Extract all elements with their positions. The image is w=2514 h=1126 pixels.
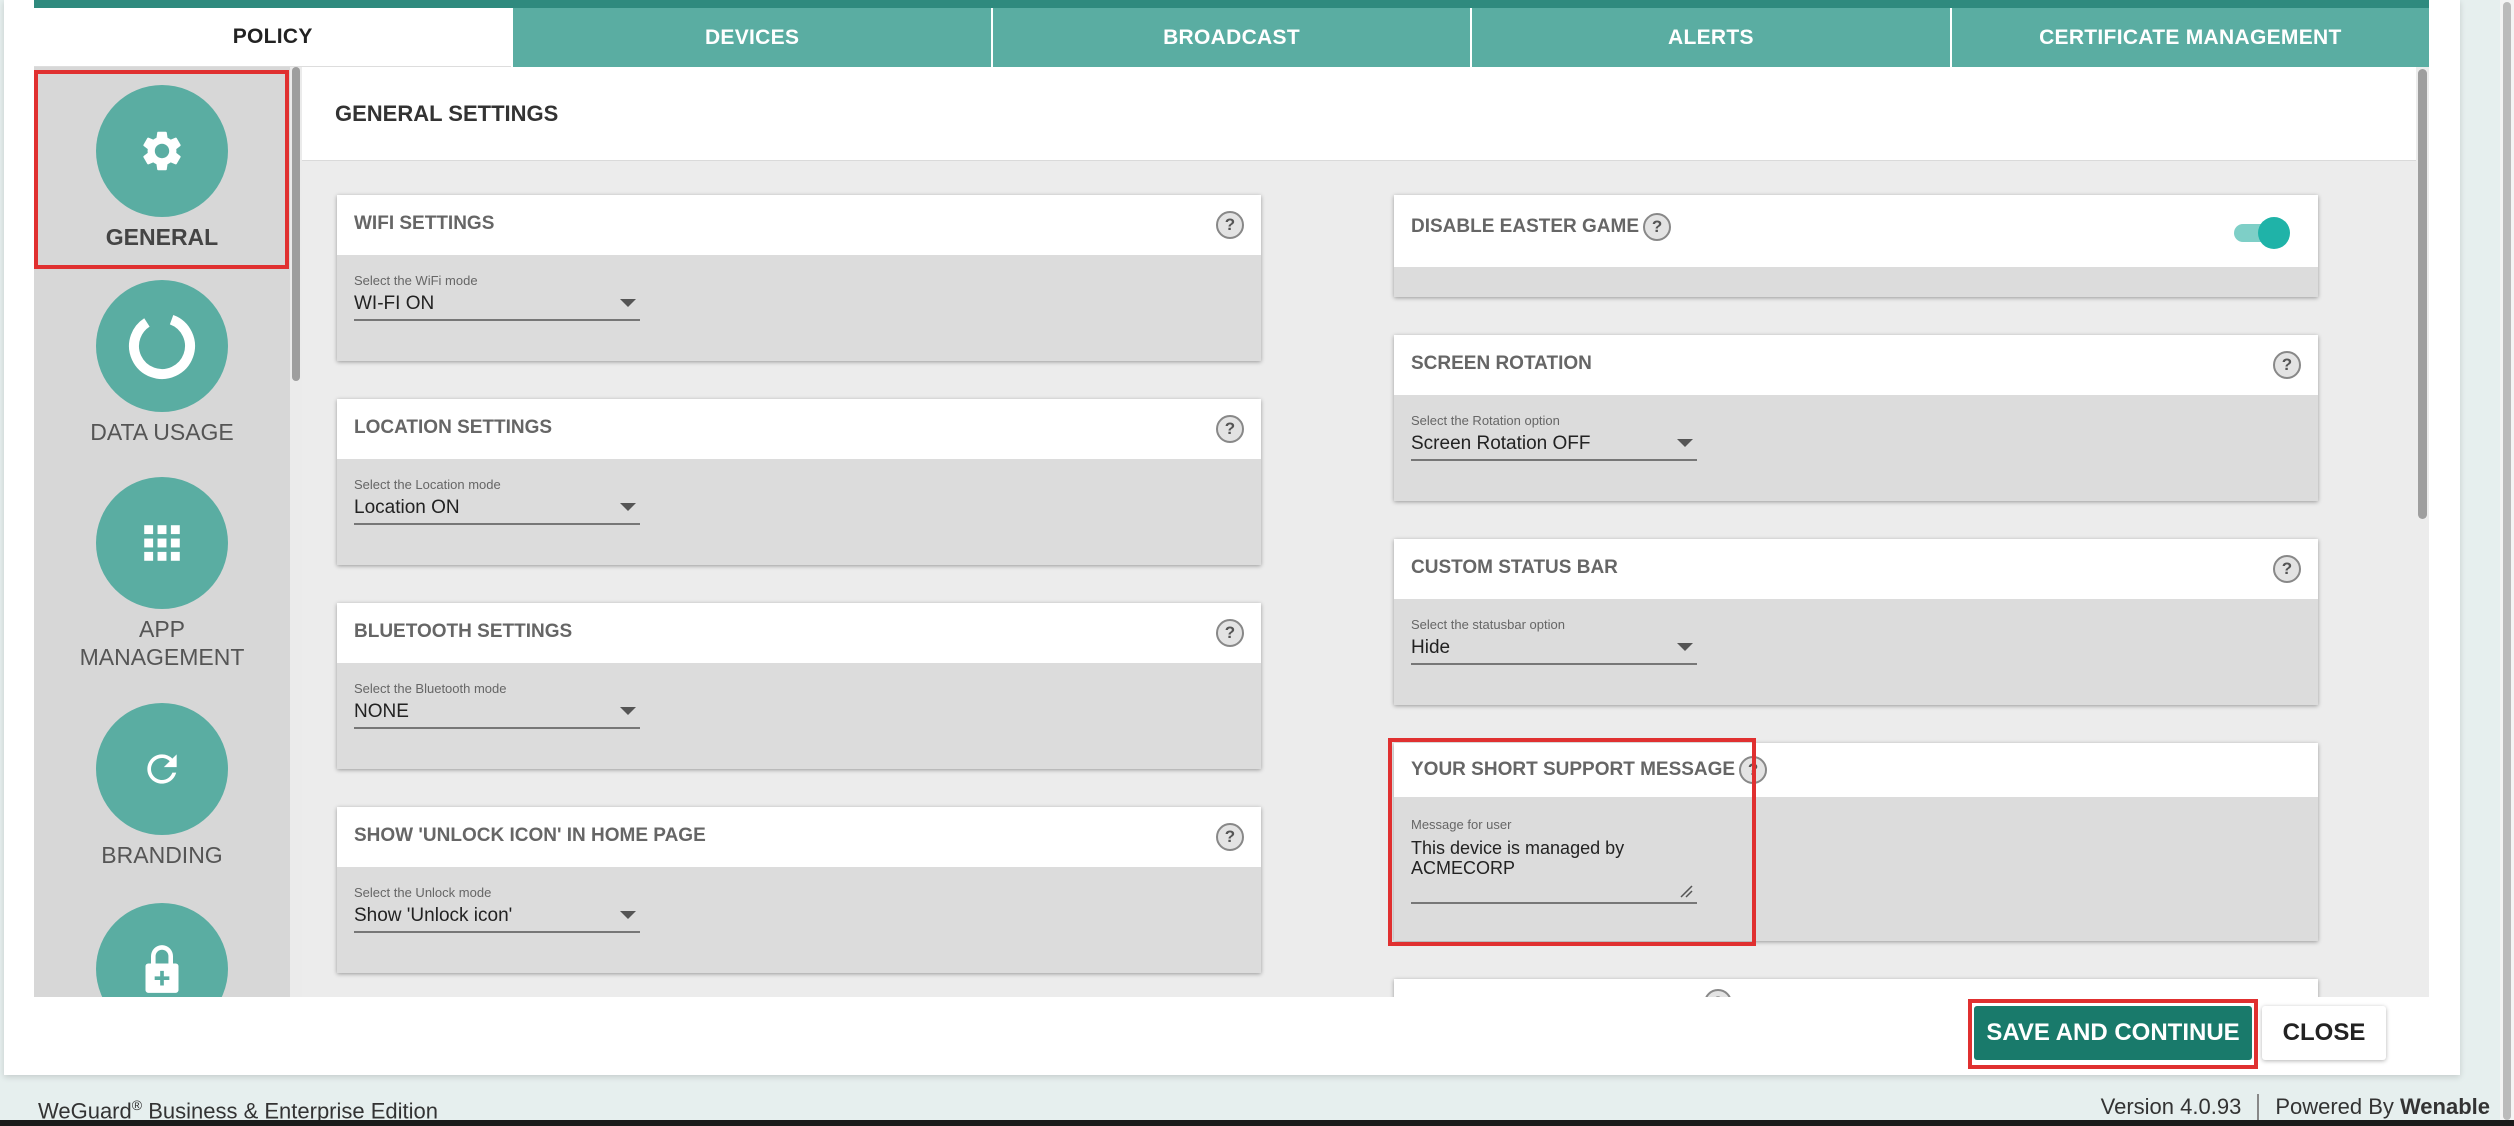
chevron-down-icon (620, 911, 636, 919)
select-value: Show 'Unlock icon' (354, 905, 513, 926)
unlock-icon-card: SHOW 'UNLOCK ICON' IN HOME PAGE ? Select… (337, 807, 1261, 973)
rotation-option-select[interactable]: Screen Rotation OFF (1411, 429, 1697, 461)
card-title: LOCATION SETTINGS (354, 417, 553, 438)
content-header: GENERAL SETTINGS (302, 67, 2416, 161)
chevron-down-icon (1677, 439, 1693, 447)
easter-game-toggle[interactable] (2234, 217, 2290, 249)
help-icon[interactable]: ? (1216, 619, 1244, 647)
toggle-knob (2258, 217, 2290, 249)
wifi-settings-card: WIFI SETTINGS ? Select the WiFi mode WI-… (337, 195, 1261, 361)
field-label: Select the Unlock mode (354, 885, 492, 900)
sidebar-item-app-management[interactable]: APP MANAGEMENT (34, 477, 290, 671)
card-title-row: DISABLE EASTER GAME ? (1411, 213, 1672, 241)
top-tab-bar: POLICY DEVICES BROADCAST ALERTS CERTIFIC… (34, 8, 2430, 67)
bluetooth-settings-card: BLUETOOTH SETTINGS ? Select the Bluetoot… (337, 603, 1261, 769)
field-label: Select the Location mode (354, 477, 501, 492)
help-icon[interactable]: ? (1704, 989, 1732, 997)
card-header: DISABLE EASTER GAME ? (1394, 195, 2318, 267)
card-title: DISABLE EASTER GAME (1411, 216, 1640, 237)
select-value: Screen Rotation OFF (1411, 433, 1591, 454)
footer-divider (2257, 1094, 2260, 1120)
tab-devices[interactable]: DEVICES (511, 8, 991, 67)
card-title: BLUETOOTH SETTINGS (354, 621, 573, 642)
support-message-highlight-box (1388, 738, 1756, 946)
card-header: LOCATION SETTINGS ? (337, 399, 1261, 459)
save-highlight-box (1968, 999, 2258, 1069)
trademark: ® (131, 1097, 143, 1113)
help-icon[interactable]: ? (1643, 213, 1672, 241)
unlock-mode-select[interactable]: Show 'Unlock icon' (354, 901, 640, 933)
sidebar-item-label: BRANDING (101, 842, 223, 868)
disable-easter-game-card: DISABLE EASTER GAME ? (1394, 195, 2318, 297)
sidebar-item-security[interactable] (34, 903, 290, 997)
card-title: WIFI SETTINGS (354, 213, 495, 234)
donut-chart-icon (96, 280, 228, 412)
card-header: CUSTOM STATUS BAR ? (1394, 539, 2318, 599)
content-scrollbar[interactable] (2416, 67, 2429, 997)
tab-alerts[interactable]: ALERTS (1470, 8, 1950, 67)
select-value: Location ON (354, 497, 460, 518)
general-settings-panel: GENERAL SETTINGS WIFI SETTINGS ? Select … (302, 67, 2416, 997)
sidebar-item-data-usage[interactable]: DATA USAGE (34, 280, 290, 446)
page-scrollbar-thumb[interactable] (2503, 2, 2511, 1120)
help-icon[interactable]: ? (1216, 415, 1244, 443)
chevron-down-icon (620, 503, 636, 511)
page-title: GENERAL SETTINGS (335, 101, 559, 126)
general-highlight-box (34, 70, 289, 269)
tab-certificate-management[interactable]: CERTIFICATE MANAGEMENT (1949, 8, 2430, 67)
refresh-icon (96, 703, 228, 835)
next-setting-card: ? (1394, 979, 2318, 997)
field-label: Select the Rotation option (1411, 413, 1560, 428)
dialog-top-accent (34, 0, 2429, 8)
custom-status-bar-card: CUSTOM STATUS BAR ? Select the statusbar… (1394, 539, 2318, 705)
content-scrollbar-thumb[interactable] (2418, 69, 2427, 519)
card-header: BLUETOOTH SETTINGS ? (337, 603, 1261, 663)
sidebar-item-label-line2: MANAGEMENT (79, 644, 245, 670)
sidebar-item-label-line1: APP (138, 616, 186, 642)
brand-name: Wenable (2399, 1094, 2490, 1119)
screen-rotation-card: SCREEN ROTATION ? Select the Rotation op… (1394, 335, 2318, 501)
sidebar-item-label: DATA USAGE (90, 419, 234, 445)
select-value: NONE (354, 701, 409, 722)
tab-broadcast[interactable]: BROADCAST (990, 8, 1471, 67)
select-value: Hide (1411, 637, 1451, 658)
select-value: WI-FI ON (354, 293, 435, 314)
card-header: SCREEN ROTATION ? (1394, 335, 2318, 395)
help-icon[interactable]: ? (1216, 823, 1244, 851)
lock-plus-icon (96, 903, 228, 997)
chevron-down-icon (1677, 643, 1693, 651)
location-mode-select[interactable]: Location ON (354, 493, 640, 525)
card-title: SHOW 'UNLOCK ICON' IN HOME PAGE (354, 825, 706, 846)
powered-by-label: Powered By (2275, 1094, 2394, 1119)
card-title: CUSTOM STATUS BAR (1411, 557, 1618, 578)
field-label: Select the Bluetooth mode (354, 681, 507, 696)
card-header: ? (1394, 979, 2318, 997)
tab-policy[interactable]: POLICY (34, 8, 512, 67)
help-icon[interactable]: ? (2273, 351, 2301, 379)
close-button[interactable]: CLOSE (2262, 1006, 2386, 1060)
bottom-edge (0, 1120, 2514, 1126)
bluetooth-mode-select[interactable]: NONE (354, 697, 640, 729)
help-icon[interactable]: ? (1216, 211, 1244, 239)
card-title: SCREEN ROTATION (1411, 353, 1592, 374)
version-label: Version 4.0.93 (2100, 1094, 2242, 1119)
statusbar-option-select[interactable]: Hide (1411, 633, 1697, 665)
sidebar-scrollbar-thumb[interactable] (292, 67, 300, 381)
chevron-down-icon (620, 707, 636, 715)
footer-meta: Version 4.0.93 Powered By Wenable (2101, 1094, 2490, 1120)
location-settings-card: LOCATION SETTINGS ? Select the Location … (337, 399, 1261, 565)
field-label: Select the statusbar option (1411, 617, 1565, 632)
grid-icon (96, 477, 228, 609)
field-label: Select the WiFi mode (354, 273, 478, 288)
sidebar-item-branding[interactable]: BRANDING (34, 703, 290, 869)
sidebar-scrollbar[interactable] (290, 67, 302, 997)
help-icon[interactable]: ? (2273, 555, 2301, 583)
card-header: SHOW 'UNLOCK ICON' IN HOME PAGE ? (337, 807, 1261, 867)
wifi-mode-select[interactable]: WI-FI ON (354, 289, 640, 321)
chevron-down-icon (620, 299, 636, 307)
sidebar-item-label: APP MANAGEMENT (80, 615, 245, 671)
page-scrollbar[interactable] (2500, 0, 2514, 1126)
card-header: WIFI SETTINGS ? (337, 195, 1261, 255)
